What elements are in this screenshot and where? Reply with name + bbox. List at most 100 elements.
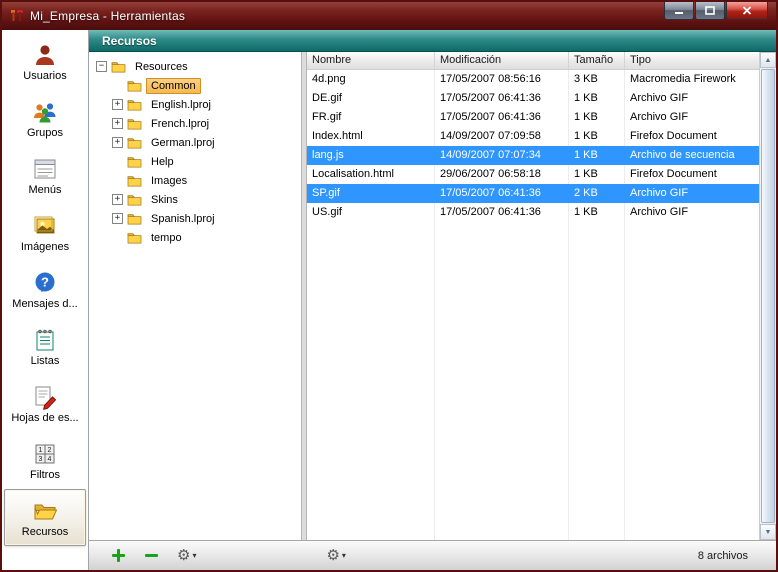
tree-item-english-lproj[interactable]: +English.lproj [96, 95, 301, 114]
expand-plus-icon[interactable]: + [112, 99, 123, 110]
scroll-down-icon[interactable]: ▼ [760, 524, 776, 540]
file-name: US.gif [307, 203, 435, 222]
tree-item-help[interactable]: Help [96, 152, 301, 171]
file-type: Macromedia Firework [625, 70, 759, 89]
sidebar-item-label: Menús [28, 184, 61, 196]
file-panel: NombreModificaciónTamañoTipo 4d.png17/05… [306, 52, 776, 540]
folder-icon [127, 98, 142, 111]
group-icon [32, 99, 58, 125]
file-row-sp-gif[interactable]: SP.gif17/05/2007 06:41:362 KBArchivo GIF [307, 184, 759, 203]
file-size: 3 KB [569, 70, 625, 89]
sidebar-item-hojas-de-es[interactable]: Hojas de es... [4, 375, 86, 432]
tree-item-images[interactable]: Images [96, 171, 301, 190]
file-size: 1 KB [569, 108, 625, 127]
close-button[interactable] [726, 2, 768, 20]
file-modified: 17/05/2007 06:41:36 [435, 108, 569, 127]
tree-actions-button[interactable]: ⚙ ▾ [173, 546, 200, 565]
sidebar: UsuariosGrupos Menús Imágenes?Mensajes d..… [2, 30, 89, 570]
list-header: NombreModificaciónTamañoTipo [307, 52, 759, 70]
column-header-modificaci-n[interactable]: Modificación [435, 52, 569, 69]
vertical-scrollbar[interactable]: ▲ ▼ [759, 52, 776, 540]
sidebar-item-grupos[interactable]: Grupos [4, 90, 86, 147]
svg-text:1: 1 [39, 447, 43, 454]
file-size: 1 KB [569, 165, 625, 184]
open-folder-icon [32, 498, 58, 524]
tree-item-label: German.lproj [146, 135, 220, 151]
file-actions-button[interactable]: ⚙ ▾ [322, 546, 349, 565]
tree-item-tempo[interactable]: tempo [96, 228, 301, 247]
file-row-lang-js[interactable]: lang.js14/09/2007 07:07:341 KBArchivo de… [307, 146, 759, 165]
sidebar-item-filtros[interactable]: 1234Filtros [4, 432, 86, 489]
file-row-us-gif[interactable]: US.gif17/05/2007 06:41:361 KBArchivo GIF [307, 203, 759, 222]
stylesheet-pen-icon [32, 384, 58, 410]
file-type: Archivo GIF [625, 184, 759, 203]
tree-item-label: Help [146, 154, 179, 170]
tree-item-spanish-lproj[interactable]: + Spanish.lproj [96, 209, 301, 228]
sidebar-item-usuarios[interactable]: Usuarios [4, 33, 86, 90]
column-header-tama-o[interactable]: Tamaño [569, 52, 625, 69]
file-name: 4d.png [307, 70, 435, 89]
expand-plus-icon[interactable]: + [112, 194, 123, 205]
file-row-de-gif[interactable]: DE.gif17/05/2007 06:41:361 KBArchivo GIF [307, 89, 759, 108]
svg-text:2: 2 [48, 447, 52, 454]
tree-item-german-lproj[interactable]: + German.lproj [96, 133, 301, 152]
section-title: Recursos [102, 34, 157, 48]
sidebar-item-recursos[interactable]: Recursos [4, 489, 86, 546]
file-name: SP.gif [307, 184, 435, 203]
notepad-icon [32, 327, 58, 353]
expand-plus-icon[interactable]: + [112, 213, 123, 224]
tree-item-common[interactable]: Common [96, 76, 301, 95]
file-type: Archivo GIF [625, 89, 759, 108]
file-size: 1 KB [569, 127, 625, 146]
tree-item-resources[interactable]: − Resources [96, 57, 301, 76]
expand-plus-icon[interactable]: + [112, 137, 123, 148]
file-modified: 14/09/2007 07:07:34 [435, 146, 569, 165]
file-name: Localisation.html [307, 165, 435, 184]
svg-text:3: 3 [39, 456, 43, 463]
file-row-4d-png[interactable]: 4d.png17/05/2007 08:56:163 KBMacromedia … [307, 70, 759, 89]
tree-item-label: Skins [146, 192, 183, 208]
tree-item-label: tempo [146, 230, 187, 246]
file-name: FR.gif [307, 108, 435, 127]
file-row-fr-gif[interactable]: FR.gif17/05/2007 06:41:361 KBArchivo GIF [307, 108, 759, 127]
folder-icon [127, 155, 142, 168]
sidebar-item-listas[interactable]: Listas [4, 318, 86, 375]
gear-icon: ⚙ [326, 548, 339, 563]
file-size: 1 KB [569, 203, 625, 222]
add-button[interactable] [107, 546, 130, 565]
window-controls [663, 2, 768, 20]
file-size: 1 KB [569, 146, 625, 165]
sidebar-item-label: Mensajes d... [12, 298, 77, 310]
file-count-status: 8 archivos [698, 550, 762, 562]
collapse-minus-icon[interactable]: − [96, 61, 107, 72]
column-header-nombre[interactable]: Nombre [307, 52, 435, 69]
section-header: Recursos [89, 30, 776, 52]
tree-item-french-lproj[interactable]: +French.lproj [96, 114, 301, 133]
file-modified: 17/05/2007 06:41:36 [435, 203, 569, 222]
titlebar[interactable]: Mi_Empresa - Herramientas [2, 2, 776, 30]
sidebar-item-men-s[interactable]: Menús [4, 147, 86, 204]
plus-icon [111, 548, 126, 563]
column-header-tipo[interactable]: Tipo [625, 52, 759, 69]
expand-plus-icon[interactable]: + [112, 118, 123, 129]
file-row-localisation-html[interactable]: Localisation.html29/06/2007 06:58:181 KB… [307, 165, 759, 184]
maximize-button[interactable] [695, 2, 725, 20]
file-size: 2 KB [569, 184, 625, 203]
menu-window-icon [32, 156, 58, 182]
file-row-index-html[interactable]: Index.html14/09/2007 07:09:581 KBFirefox… [307, 127, 759, 146]
sidebar-item-im-genes[interactable]: Imágenes [4, 204, 86, 261]
scrollbar-thumb[interactable] [761, 69, 775, 523]
tree-item-label: Resources [130, 59, 193, 75]
sidebar-item-mensajes-d[interactable]: ?Mensajes d... [4, 261, 86, 318]
scroll-up-icon[interactable]: ▲ [760, 52, 776, 68]
bottom-toolbar: ⚙ ▾ ⚙ ▾ 8 archivos [89, 540, 776, 570]
images-icon [32, 213, 58, 239]
tree-item-skins[interactable]: + Skins [96, 190, 301, 209]
sidebar-item-label: Hojas de es... [11, 412, 78, 424]
file-size: 1 KB [569, 89, 625, 108]
sidebar-item-label: Recursos [22, 526, 68, 538]
chevron-down-icon: ▾ [192, 551, 196, 560]
minimize-button[interactable] [664, 2, 694, 20]
remove-button[interactable] [140, 546, 163, 565]
tree-item-label: Spanish.lproj [146, 211, 220, 227]
